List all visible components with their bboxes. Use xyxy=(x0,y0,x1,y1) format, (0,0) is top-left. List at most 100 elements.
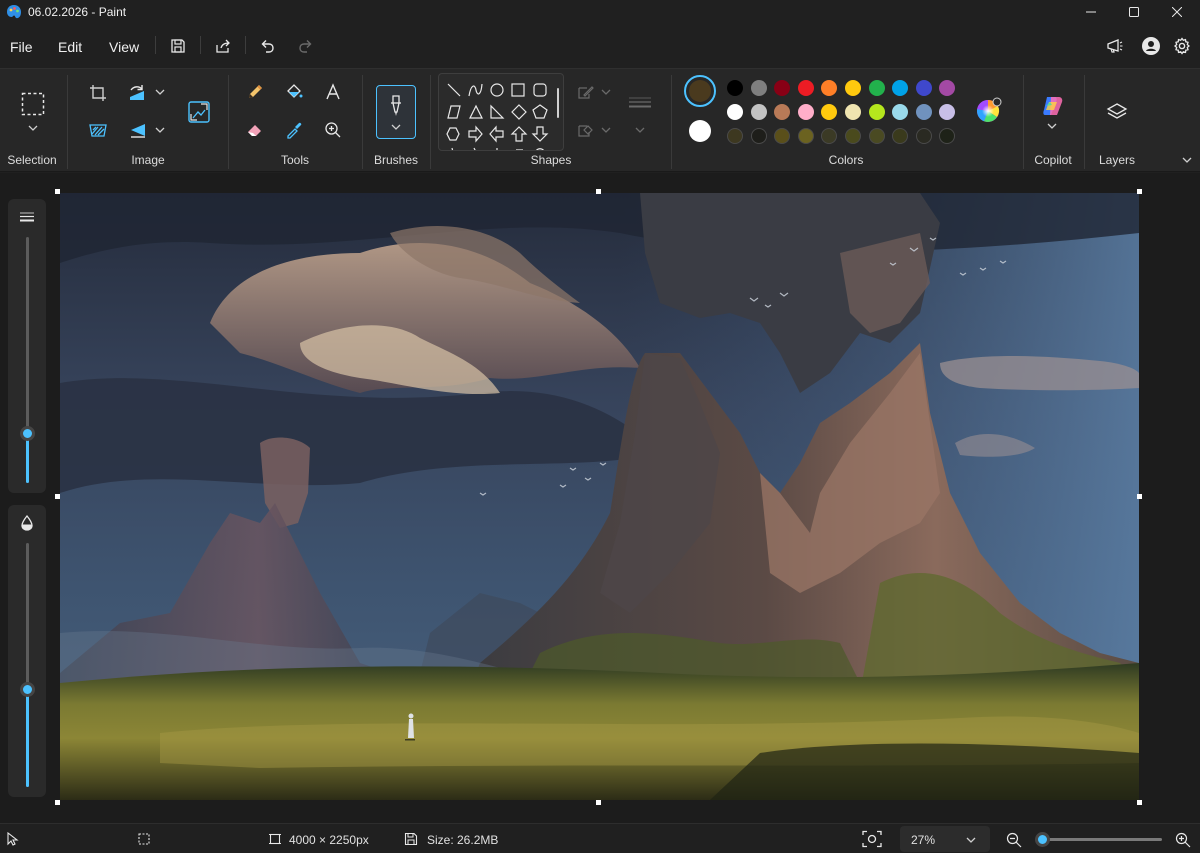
undo-button[interactable] xyxy=(257,36,277,56)
flip-dropdown[interactable] xyxy=(154,125,166,135)
canvas-size-icon xyxy=(269,833,281,845)
color-swatch[interactable] xyxy=(750,128,767,144)
zoom-out-button[interactable] xyxy=(1005,831,1023,849)
zoom-slider-track[interactable] xyxy=(1038,838,1162,841)
resize-handle-top-left[interactable] xyxy=(55,189,60,194)
line-size-dropdown[interactable] xyxy=(634,125,646,135)
resize-handle-bottom-right[interactable] xyxy=(1137,800,1142,805)
color-swatch[interactable] xyxy=(939,104,956,120)
menu-file[interactable]: File xyxy=(10,39,33,55)
color-swatch[interactable] xyxy=(892,128,909,144)
secondary-color-button[interactable] xyxy=(688,119,712,143)
paint-bucket-icon xyxy=(287,84,303,98)
color-swatch[interactable] xyxy=(797,104,814,120)
zoom-slider-thumb[interactable] xyxy=(1035,832,1051,847)
canvas-image[interactable] xyxy=(60,193,1139,800)
selection-dropdown[interactable] xyxy=(26,123,40,133)
layers-button[interactable] xyxy=(1104,99,1130,125)
redo-button[interactable] xyxy=(296,36,316,56)
line-shape-icon xyxy=(447,83,461,97)
share-button[interactable] xyxy=(213,36,233,56)
color-swatch[interactable] xyxy=(774,80,791,96)
shapes-scrollbar xyxy=(557,88,559,118)
resize-handle-right[interactable] xyxy=(1137,494,1142,499)
color-swatch[interactable] xyxy=(750,80,767,96)
maximize-icon xyxy=(1129,7,1139,17)
fill-tool-button[interactable] xyxy=(283,81,305,103)
eraser-tool-button[interactable] xyxy=(244,119,266,141)
edit-colors-button[interactable] xyxy=(976,97,1002,123)
image-effects-button[interactable] xyxy=(87,119,109,141)
color-swatch[interactable] xyxy=(774,128,791,144)
color-swatch[interactable] xyxy=(915,128,932,144)
account-button[interactable] xyxy=(1141,36,1161,56)
close-button[interactable] xyxy=(1154,0,1200,24)
ribbon-expand-button[interactable] xyxy=(1180,153,1194,167)
rectangle-selection-button[interactable] xyxy=(20,91,46,117)
settings-button[interactable] xyxy=(1172,36,1192,56)
rectangle-select-icon xyxy=(21,92,45,116)
color-swatch[interactable] xyxy=(892,80,909,96)
color-swatch[interactable] xyxy=(821,80,838,96)
color-swatch[interactable] xyxy=(727,128,743,144)
color-swatch[interactable] xyxy=(821,128,838,144)
color-swatch[interactable] xyxy=(845,128,861,144)
resize-handle-top[interactable] xyxy=(596,189,601,194)
pencil-tool-button[interactable] xyxy=(244,81,266,103)
color-swatch[interactable] xyxy=(939,128,956,144)
feedback-button[interactable] xyxy=(1105,36,1125,56)
copilot-dropdown[interactable] xyxy=(1046,121,1058,131)
color-swatch[interactable] xyxy=(868,80,885,96)
color-swatch[interactable] xyxy=(797,80,814,96)
resize-handle-bottom-left[interactable] xyxy=(55,800,60,805)
color-swatch[interactable] xyxy=(845,104,861,120)
image-resize-button[interactable] xyxy=(186,99,212,125)
fit-to-window-button[interactable] xyxy=(861,828,883,850)
menu-view[interactable]: View xyxy=(109,39,139,55)
zoom-value: 27% xyxy=(911,833,936,847)
zoom-select[interactable]: 27% xyxy=(900,826,990,852)
color-swatch[interactable] xyxy=(939,80,956,96)
color-swatch[interactable] xyxy=(915,80,932,96)
resize-handle-bottom[interactable] xyxy=(596,800,601,805)
shape-outline-dropdown[interactable] xyxy=(600,87,612,97)
flip-button[interactable] xyxy=(126,119,150,141)
color-swatch[interactable] xyxy=(892,104,909,120)
color-swatch[interactable] xyxy=(821,104,838,120)
redo-icon xyxy=(299,40,312,53)
shape-outline-button[interactable] xyxy=(576,83,596,103)
undo-icon xyxy=(261,40,274,53)
secondary-color-swatch xyxy=(689,120,711,142)
color-picker-button[interactable] xyxy=(283,119,305,141)
primary-color-button[interactable] xyxy=(684,75,716,107)
color-swatch[interactable] xyxy=(727,104,743,120)
color-swatch[interactable] xyxy=(915,104,932,120)
text-tool-button[interactable] xyxy=(322,81,344,103)
resize-handle-left[interactable] xyxy=(55,494,60,499)
color-swatch[interactable] xyxy=(868,128,885,144)
color-swatch[interactable] xyxy=(727,80,743,96)
color-swatch[interactable] xyxy=(868,104,885,120)
line-size-button[interactable] xyxy=(626,93,654,113)
resize-handle-top-right[interactable] xyxy=(1137,189,1142,194)
opacity-slider-thumb[interactable] xyxy=(20,681,35,697)
brushes-button[interactable] xyxy=(376,85,416,139)
menu-edit[interactable]: Edit xyxy=(58,39,82,55)
brush-size-slider-thumb[interactable] xyxy=(20,426,35,442)
color-swatch[interactable] xyxy=(750,104,767,120)
crop-button[interactable] xyxy=(87,82,109,104)
save-button[interactable] xyxy=(168,36,188,56)
down-arrow-shape-icon xyxy=(531,126,549,142)
rotate-dropdown[interactable] xyxy=(154,87,166,97)
magnifier-button[interactable] xyxy=(322,119,344,141)
shape-fill-dropdown[interactable] xyxy=(600,125,612,135)
minimize-button[interactable] xyxy=(1068,0,1114,24)
color-swatch[interactable] xyxy=(797,128,814,144)
resize-button[interactable] xyxy=(126,82,150,104)
color-swatch[interactable] xyxy=(845,80,861,96)
color-swatch[interactable] xyxy=(774,104,791,120)
zoom-in-button[interactable] xyxy=(1174,831,1192,849)
maximize-button[interactable] xyxy=(1111,0,1157,24)
copilot-button[interactable] xyxy=(1040,93,1066,119)
shape-fill-button[interactable] xyxy=(576,121,596,141)
